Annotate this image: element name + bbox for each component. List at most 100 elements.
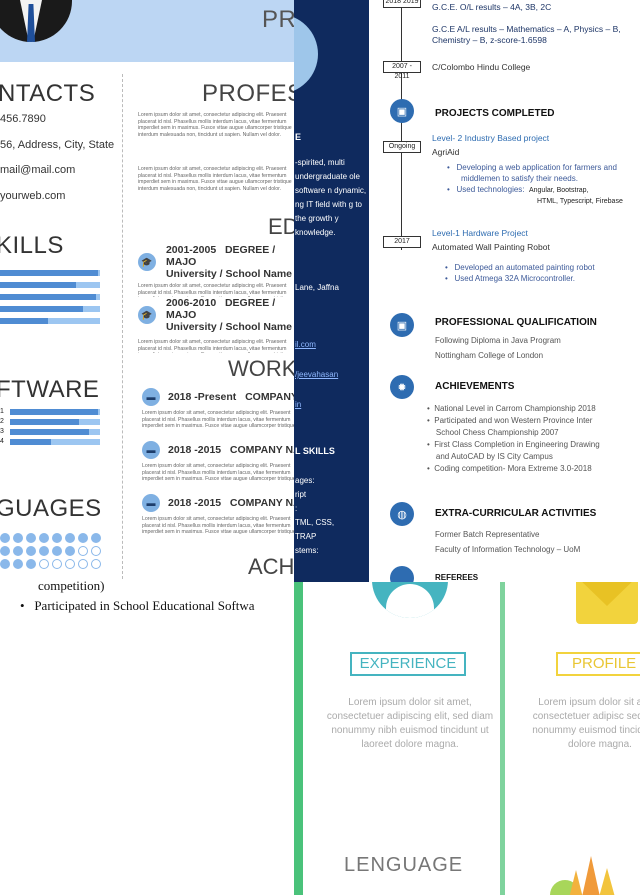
- extra-heading: EXTRA-CURRICULAR ACTIVITIES: [435, 508, 597, 519]
- dot-empty: [65, 559, 75, 569]
- language-dot-row: [0, 543, 110, 556]
- dot-filled: [39, 533, 49, 543]
- project1-bullet: Used technologies:: [456, 185, 525, 194]
- work-period: 2018 -Present: [168, 391, 237, 403]
- software-bullet-text: Participated in School Educational Softw…: [34, 598, 255, 613]
- software-bar-fill: [10, 408, 99, 415]
- software-row: 1: [0, 408, 102, 415]
- edu-school: University / School Name: [165, 268, 292, 280]
- edu-school: University / School Name: [165, 321, 292, 333]
- project1-title: Level- 2 Industry Based project: [432, 133, 550, 143]
- skill-bar-fill: [0, 318, 48, 324]
- dot-filled: [13, 546, 23, 556]
- achievements-list: • National Level in Carrom Championship …: [427, 403, 637, 475]
- software-bar: [10, 438, 100, 445]
- dot-empty: [78, 546, 88, 556]
- skill-bar: [0, 318, 100, 324]
- dot-filled: [26, 533, 36, 543]
- qualification-heading: PROFESSIONAL QUALIFICATIOIN: [435, 317, 597, 328]
- dot-filled: [65, 546, 75, 556]
- skill-bars: [0, 270, 102, 330]
- green-divider: [500, 582, 505, 895]
- skill-bar: [0, 282, 100, 288]
- experience-avatar-icon: [372, 582, 448, 618]
- dot-filled: [52, 533, 62, 543]
- green-left-stripe: [294, 582, 303, 895]
- briefcase-icon: ▬: [142, 441, 160, 459]
- extra-line: Former Batch Representative: [435, 530, 540, 539]
- dot-empty: [39, 559, 49, 569]
- project2-title: Level-1 Hardware Project: [432, 228, 528, 238]
- profile-photo: [294, 14, 318, 94]
- project1-bullet: Developing a web application for farmers…: [456, 163, 618, 172]
- briefcase-icon: ▬: [142, 494, 160, 512]
- software-bar: [10, 408, 100, 415]
- work-entry: ▬ 2018 -2015 COMPANY NAM Lorem ipsum dol…: [142, 494, 296, 536]
- panel-link-profile[interactable]: /jeevahasan: [295, 368, 338, 382]
- work-company: COMPANY NAM: [229, 444, 296, 456]
- language-dots: [0, 530, 110, 569]
- professional-text-1: Lorem ipsum dolor sit amet, consectetur …: [138, 112, 292, 138]
- software-row: 3: [0, 428, 102, 435]
- achievement-item: and AutoCAD by IS City Campus: [427, 452, 553, 461]
- left-resume: PR NTACTS 456.7890 56, Address, City, St…: [0, 0, 296, 585]
- project1-tech1: Angular, Bootstrap,: [528, 187, 589, 194]
- software-row: 4: [0, 438, 102, 445]
- dot-filled: [13, 533, 23, 543]
- timeline-line: [401, 0, 402, 250]
- edu-years: 2001-2005: [165, 244, 217, 256]
- software-bar: [10, 428, 100, 435]
- experience-text: Lorem ipsum dolor sit amet, consectetuer…: [326, 697, 494, 750]
- dot-empty: [78, 559, 88, 569]
- school-name: C/Colombo Hindu College: [432, 62, 531, 72]
- skill-bar: [0, 306, 100, 312]
- work-entry: ▬ 2018 -2015 COMPANY NAM Lorem ipsum dol…: [142, 441, 296, 483]
- extra-line: Faculty of Information Technology – UoM: [435, 545, 581, 554]
- skill-bar-fill: [0, 306, 83, 312]
- work-text: Lorem ipsum dolor sit amet, consectetur …: [142, 463, 296, 483]
- panel-skill-line: ages:: [295, 476, 315, 485]
- software-label: 2: [0, 418, 4, 425]
- edu-years: 2006-2010: [165, 297, 217, 309]
- competition-text: competition): [38, 578, 105, 593]
- project1-name: AgriAid: [432, 147, 460, 157]
- languages-heading: GUAGES: [0, 495, 102, 522]
- projects-heading: PROJECTS COMPLETED: [435, 108, 555, 119]
- globe-icon: ◍: [390, 502, 414, 526]
- profile-text: Lorem ipsum dolor sit amet, consectetuer…: [532, 697, 640, 750]
- software-bar-fill: [10, 428, 90, 435]
- achievement-item: • Coding competition- Mora Extreme 3.0-2…: [427, 464, 592, 473]
- skill-bar: [0, 294, 100, 300]
- achievement-item: • National Level in Carrom Championship …: [427, 404, 596, 413]
- navy-panel: E -spirited, multi undergraduate ole sof…: [294, 0, 369, 582]
- work-period: 2018 -2015: [168, 444, 222, 456]
- panel-skill-line: TRAP: [295, 532, 317, 541]
- dot-filled: [26, 559, 36, 569]
- project2-bullet: Developed an automated painting robot: [454, 263, 595, 272]
- profile-label: PROFILE: [556, 652, 640, 676]
- panel-blurb: -spirited, multi undergraduate ole softw…: [295, 158, 367, 237]
- dot-filled: [0, 546, 10, 556]
- panel-link-email[interactable]: il.com: [295, 338, 316, 352]
- status-ongoing-box: Ongoing: [383, 141, 421, 153]
- skills-heading: KILLS: [0, 232, 64, 259]
- language-dot-row: [0, 530, 110, 543]
- education-heading: ED: [268, 214, 296, 239]
- project1-bullet: middlemen to satisfy their needs.: [461, 174, 578, 183]
- profile-mail-icon: [576, 582, 638, 624]
- dot-filled: [39, 546, 49, 556]
- qualification-icon: ▣: [390, 313, 414, 337]
- graduation-cap-icon: 🎓: [138, 306, 156, 324]
- software-bullet: • Participated in School Educational Sof…: [20, 598, 296, 614]
- year-box-top: 2018 2019: [383, 0, 421, 8]
- software-bar-fill: [10, 438, 51, 445]
- ol-results: G.C.E. O/L results – 4A, 3B, 2C: [432, 2, 552, 12]
- qualification-line: Following Diploma in Java Program: [435, 336, 561, 345]
- software-bars: 1 2 3 4: [0, 408, 102, 448]
- graduation-cap-icon: 🎓: [138, 253, 156, 271]
- work-company: COMPANY NAM: [229, 497, 296, 509]
- panel-link-in[interactable]: in: [295, 398, 301, 412]
- phone-text: 456.7890: [0, 113, 46, 125]
- software-label: 1: [0, 408, 4, 415]
- dot-filled: [78, 533, 88, 543]
